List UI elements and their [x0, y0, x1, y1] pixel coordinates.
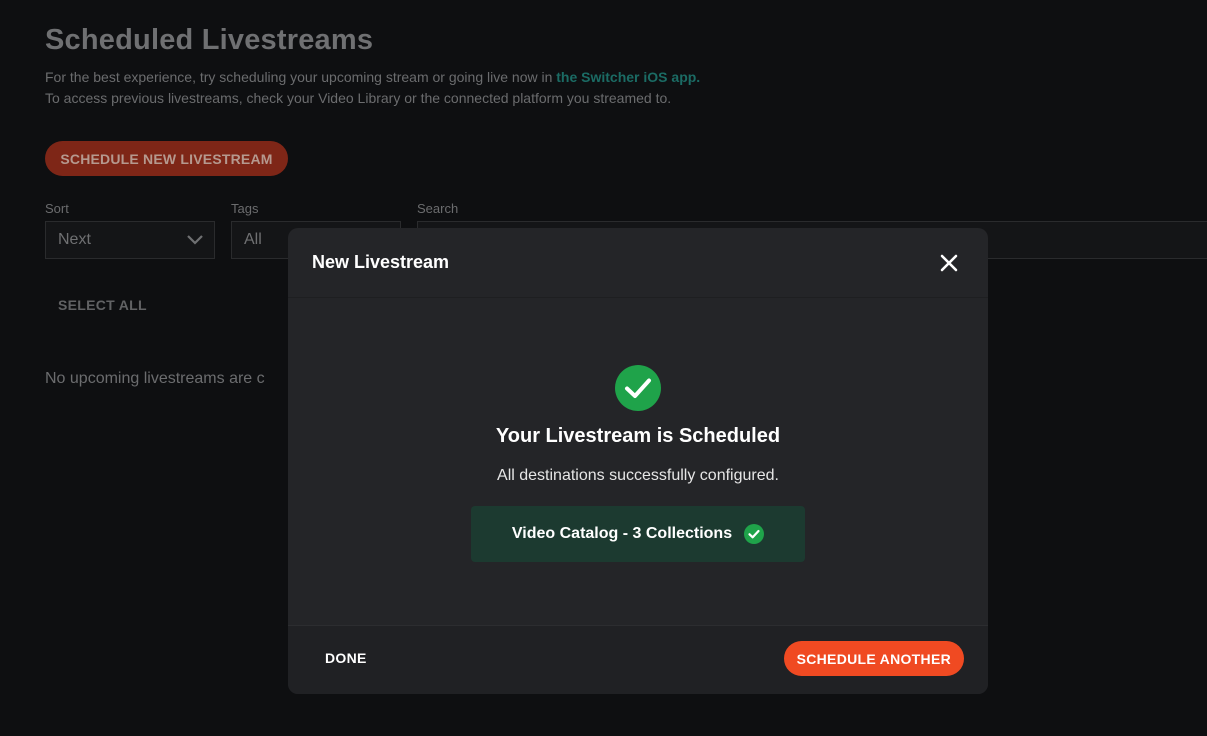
sort-select[interactable]: Next: [45, 221, 215, 259]
empty-state-message: No upcoming livestreams are c: [45, 370, 265, 387]
new-livestream-modal: New Livestream Your Livestream is Schedu…: [288, 228, 988, 694]
page-title: Scheduled Livestreams: [45, 24, 374, 56]
close-icon: [940, 254, 958, 272]
intro-text: For the best experience, try scheduling …: [45, 67, 700, 109]
modal-header: New Livestream: [288, 228, 988, 298]
select-all-button[interactable]: SELECT ALL: [58, 297, 147, 313]
close-button[interactable]: [938, 252, 960, 274]
sort-label: Sort: [45, 201, 69, 216]
destination-chip: Video Catalog - 3 Collections: [471, 506, 805, 562]
success-title: Your Livestream is Scheduled: [495, 425, 781, 447]
modal-title: New Livestream: [312, 252, 450, 272]
tags-label: Tags: [231, 201, 259, 216]
tags-value: All: [244, 231, 262, 248]
success-subtitle: All destinations successfully configured…: [497, 467, 779, 484]
intro-line-2: To access previous livestreams, check yo…: [45, 90, 672, 106]
sort-value: Next: [58, 231, 91, 248]
chevron-down-icon: [187, 235, 203, 245]
schedule-new-livestream-button[interactable]: SCHEDULE NEW LIVESTREAM: [45, 141, 288, 176]
ios-app-link[interactable]: the Switcher iOS app.: [556, 69, 700, 85]
done-button[interactable]: DONE: [312, 641, 380, 675]
intro-line-1: For the best experience, try scheduling …: [45, 69, 557, 85]
modal-body: Your Livestream is Scheduled All destina…: [288, 299, 988, 625]
destination-label: Video Catalog - 3 Collections: [511, 525, 733, 542]
page: Scheduled Livestreams For the best exper…: [0, 0, 1207, 736]
search-label: Search: [417, 201, 459, 216]
modal-footer: DONE SCHEDULE ANOTHER: [288, 625, 988, 694]
check-circle-icon: [615, 365, 661, 411]
schedule-another-button[interactable]: SCHEDULE ANOTHER: [783, 641, 964, 676]
check-circle-icon: [744, 524, 765, 544]
